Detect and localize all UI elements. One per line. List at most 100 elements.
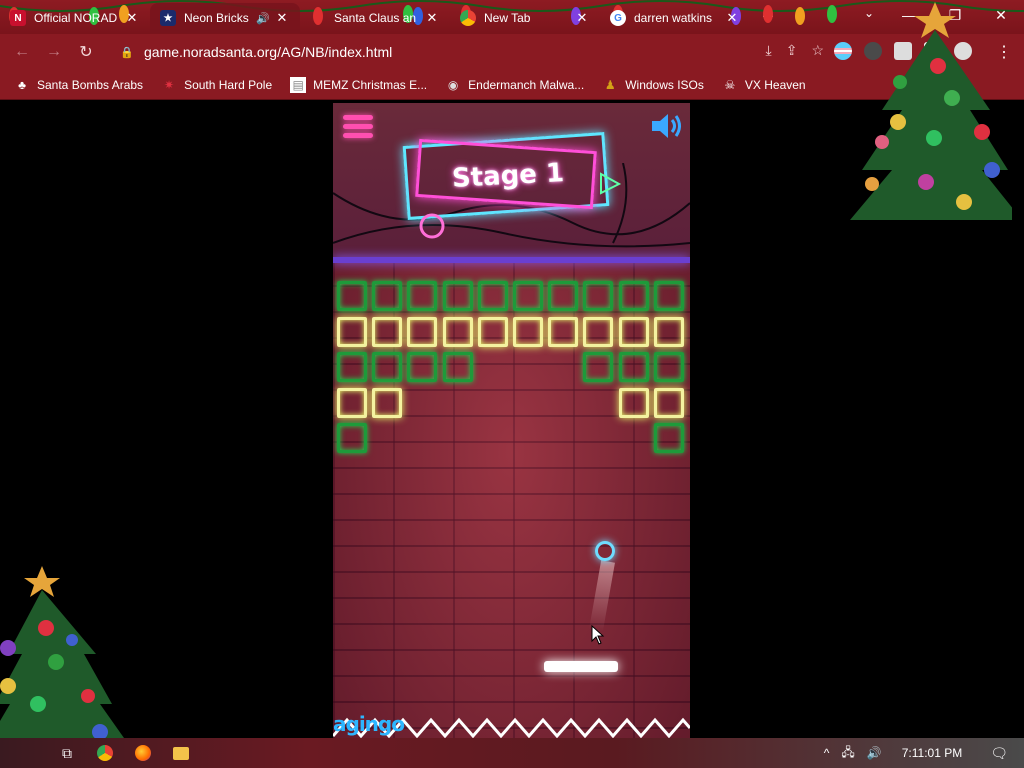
reload-button[interactable]: ↻ [70,42,102,62]
chrome-taskbar-icon[interactable] [86,738,124,768]
triangle-neon-icon [600,172,622,195]
publisher-logo[interactable]: agingo [333,712,405,736]
brick-yellow [548,316,579,347]
tab-title: darren watkins [634,11,713,25]
brick-yellow [583,316,614,347]
brick-yellow [653,316,684,347]
audio-playing-icon[interactable]: 🔊 [256,12,270,25]
bookmark-memz-christmas[interactable]: ▤ MEMZ Christmas E... [290,76,427,93]
brick-yellow [513,316,543,347]
taskbar: ⧉ ^ 🖧 🔊 7:11:01 PM 🗨 [0,738,1024,768]
game-icon: ★ [160,10,176,26]
brick-green [407,352,438,382]
task-view-icon[interactable]: ⧉ [48,738,86,768]
tab-title: New Tab [484,11,531,25]
address-bar[interactable]: 🔒 game.noradsanta.org/AG/NB/index.html [110,38,710,66]
person-icon: ♟ [604,77,616,92]
norad-icon: N [10,10,26,26]
tab-santa-claus[interactable]: Santa Claus an ✕ [300,3,450,33]
tab-title: Official NORAD [34,11,118,25]
back-button[interactable]: ← [6,43,38,61]
notifications-icon[interactable]: 🗨 [990,745,1008,762]
brick-green [337,423,367,453]
lock-icon[interactable]: 🔒 [120,46,136,59]
page-icon: ▤ [290,76,307,93]
bookmark-star-icon[interactable]: ☆ [811,42,824,59]
share-icon[interactable]: ⇪ [786,42,798,59]
new-tab-button[interactable]: + [756,6,780,29]
system-tray: ^ 🖧 🔊 7:11:01 PM 🗨 [818,738,1024,768]
brick-yellow [653,387,684,418]
brick-yellow [618,316,649,347]
sound-icon[interactable] [650,111,684,141]
forward-button[interactable]: → [38,43,70,61]
bookmark-windows-isos[interactable]: ♟ Windows ISOs [602,77,704,93]
mouse-cursor-icon [591,625,605,645]
url-text: game.noradsanta.org/AG/NB/index.html [144,44,393,60]
google-icon: G [610,10,626,26]
show-hidden-icons-chevron[interactable]: ^ [824,746,830,760]
brick-green [337,281,367,311]
close-tab-icon[interactable]: ✕ [124,10,140,26]
tab-new-tab[interactable]: New Tab ✕ [450,3,600,33]
brick-green [513,281,543,311]
ball [595,541,615,561]
install-app-icon[interactable]: ⤓ [766,42,772,59]
menu-button[interactable] [343,115,373,141]
santa-icon: ♣ [18,77,26,92]
skull-icon: ☠ [724,77,736,92]
brick-yellow [618,387,649,418]
tab-title: Neon Bricks [184,11,249,25]
close-tab-icon[interactable]: ✕ [274,10,290,26]
bookmark-endermanch-malware[interactable]: ◉ Endermanch Malwa... [445,77,584,93]
christmas-tree-decoration [850,2,1012,220]
chrome-icon [460,10,476,26]
brick-yellow [407,316,438,347]
brick-green [372,281,403,311]
brick-green [618,281,649,311]
brick-green [653,281,684,311]
santa-icon [310,10,326,26]
brick-yellow [477,316,508,347]
brick-yellow [372,387,403,418]
brick-green [407,281,438,311]
tab-official-norad[interactable]: N Official NORAD ✕ [0,3,150,33]
brick-green [442,352,473,382]
brick-green [372,352,403,382]
brick-green [477,281,508,311]
bookmark-santa-bombs-arabs[interactable]: ♣ Santa Bombs Arabs [14,77,143,93]
windows-start-icon[interactable] [0,738,48,768]
game-canvas[interactable]: Stage 1 agingo [333,103,690,738]
brick-yellow [442,316,473,347]
clock-time[interactable]: 7:11:01 PM [902,746,962,760]
brick-green [583,352,614,382]
bookmark-vx-heaven[interactable]: ☠ VX Heaven [722,77,806,93]
raccoon-icon: ◉ [447,77,459,92]
file-explorer-icon[interactable] [162,738,200,768]
circle-neon-icon [419,213,445,239]
paddle[interactable] [544,661,618,672]
tab-title: Santa Claus an [334,11,417,25]
christmas-tree-decoration [0,566,124,738]
stage-sign: Stage 1 [402,132,622,239]
brick-green [653,352,684,382]
tab-darren-watkins[interactable]: G darren watkins ✕ [600,3,750,33]
brick-green [548,281,579,311]
brick-green [583,281,614,311]
brick-green [653,423,684,453]
brick-green [442,281,473,311]
close-tab-icon[interactable]: ✕ [724,10,740,26]
tab-neon-bricks[interactable]: ★ Neon Bricks 🔊 ✕ [150,3,300,33]
ball-trail [589,560,615,632]
star-icon: ✷ [164,77,175,92]
volume-icon[interactable]: 🔊 [867,746,882,760]
brick-yellow [337,387,367,418]
firefox-taskbar-icon[interactable] [124,738,162,768]
close-tab-icon[interactable]: ✕ [424,10,440,26]
brick-green [618,352,649,382]
brick-green [337,352,367,382]
network-icon[interactable]: 🖧 [841,743,854,764]
brick-yellow [372,316,403,347]
close-tab-icon[interactable]: ✕ [574,10,590,26]
bookmark-south-hard-pole[interactable]: ✷ South Hard Pole [161,77,272,93]
